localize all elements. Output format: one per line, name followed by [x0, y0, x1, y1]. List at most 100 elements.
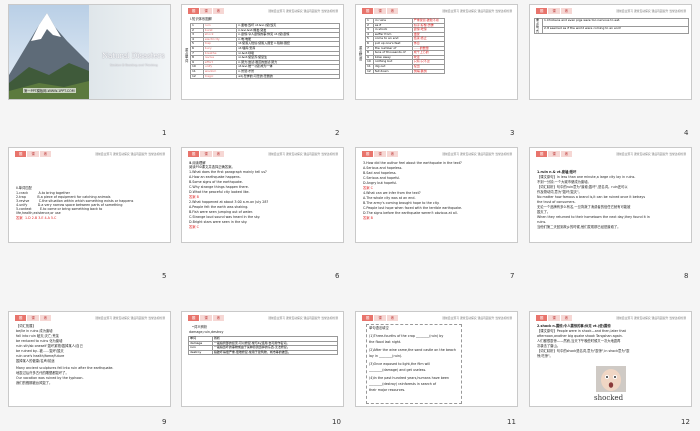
tab: 课	[200, 315, 212, 321]
tab: 题	[362, 8, 374, 14]
exercise-line: ________(destroy) rainforests in search …	[369, 382, 437, 386]
table-row: 12 tragic adj.悲惨的;可悲的;悲剧的	[190, 73, 340, 80]
option-line: B.Some signs of the earthquake.	[189, 180, 243, 184]
text-line: When they returned to their hometown the…	[537, 215, 650, 219]
slide-thumbnail-6[interactable]: 题 课 练 课前自主预习 课堂互动探究 课后巩固提升 当堂达标检测 Ⅲ.阅读理解…	[181, 147, 344, 243]
slide-number: 6	[335, 272, 340, 280]
text-line: the trust of consumers.	[537, 200, 576, 204]
answer-line: 答案 C	[363, 186, 373, 190]
option-line: D.What the peaceful city looked like.	[189, 190, 250, 194]
answer-text: 1.D 2.B 3.E 4.A 5.C	[25, 216, 57, 220]
tab: 课	[27, 151, 39, 157]
meaning: adj.悲惨的;可悲的;悲剧的	[236, 73, 340, 80]
text-line: 毁灭了。	[537, 210, 551, 214]
question-line: 1.What does the first paragraph mainly t…	[189, 170, 267, 174]
slide-thumbnail-4[interactable]: 题 课 练 课前自主预习 课堂互动探究 课后巩固提升 当堂达标检测 重点句式 1…	[529, 4, 692, 100]
text-line: 【课文原句】In less than one minute,a large ci…	[537, 175, 636, 179]
text-line: 人们都很震惊——然而,当天下午晚些时候又一次大地震再	[537, 339, 621, 343]
header-links: 课前自主预习 课堂互动探究 课后巩固提升 当堂达标检测	[268, 316, 338, 320]
text-line: be ruined by...被……毁坏/毁灭	[16, 349, 64, 353]
slide-number: 12	[681, 418, 690, 426]
text-line: 地震过后许多古代的雕塑都毁坏了。	[16, 371, 69, 375]
slide-thumbnail-2[interactable]: 题 课 练 课前自主预习 课堂互动探究 课后巩固提升 当堂达标检测 Ⅰ.知识体系…	[181, 4, 344, 100]
tab: 练	[212, 151, 225, 157]
tab: 题	[188, 315, 200, 321]
header-links: 课前自主预习 课堂互动探究 课后巩固提升 当堂达标检测	[616, 316, 686, 320]
table-row: 2.It seemed as if the world were coming …	[535, 25, 689, 35]
description: 指破坏得很严重,很难修复,常用于建筑物、城市等的被毁。	[211, 349, 339, 356]
tab: 课	[374, 315, 386, 321]
nav-tabs: 题 课 练	[362, 8, 399, 14]
tab: 练	[212, 8, 225, 14]
option-line: B.The army's coming brought hope to the …	[363, 201, 440, 205]
row-number: 12	[365, 68, 374, 75]
slide-thumbnail-8[interactable]: 题 课 练 课前自主预习 课堂互动探究 课后巩固提升 当堂达标检测 1.ruin…	[529, 147, 692, 243]
nav-tabs: 题 课 练	[15, 151, 52, 157]
row-number: 12	[190, 73, 204, 80]
match-item: life,health,existence,or use	[16, 211, 61, 215]
table-row: destroy 指破坏得很严重,很难修复,常用于建筑物、城市等的被毁。	[188, 349, 339, 356]
slide-thumbnail-11[interactable]: 题 课 练 课前自主预习 课堂互动探究 课后巩固提升 当堂达标检测 单句语法填空…	[355, 311, 518, 407]
question-line: 2.What happened at about 3:00 a.m.on Jul…	[189, 200, 269, 204]
option-line: B.Fish were seen jumping out of water.	[189, 210, 254, 214]
tab: 课	[374, 8, 386, 14]
exercise-line: ________(damage) and get useless.	[369, 368, 427, 372]
header-links: 课前自主预习 课堂互动探究 课后巩固提升 当堂达标检测	[95, 316, 165, 320]
nav-tabs: 题 课 练	[188, 151, 225, 157]
option-line: D.Bright stars were seen in the sky.	[189, 220, 248, 224]
slide-thumbnail-5[interactable]: 题 课 练 课前自主预习 课堂互动探究 课后巩固提升 当堂达标检测 Ⅱ.单词匹配…	[8, 147, 171, 243]
nav-tabs: 题 课 练	[536, 151, 573, 157]
side-label: 重点单词	[185, 48, 189, 63]
slide-number: 10	[332, 418, 341, 426]
question-line: 4.What can we infer from the text?	[363, 191, 421, 195]
nav-tabs: 题 课 练	[188, 8, 225, 14]
slide-thumbnail-3[interactable]: 题 课 练 课前自主预习 课堂互动探究 课后巩固提升 当堂达标检测 重点短语 1…	[355, 4, 518, 100]
shocked-baby-image	[596, 366, 626, 392]
tab: 练	[39, 151, 52, 157]
tab: 练	[386, 8, 399, 14]
option-line: D.Angry but hopeful.	[363, 181, 398, 185]
exercise-line: lay in ________(ruin).	[369, 354, 403, 358]
option-line: B.Sad and hopeless.	[363, 171, 397, 175]
tab: 练	[386, 151, 399, 157]
text-line: 不到一分钟,一个大城市便成为废墟。	[537, 180, 591, 184]
tab: 课	[200, 151, 212, 157]
slide-number: 1	[162, 129, 167, 137]
tab: 课	[374, 151, 386, 157]
slide-thumbnail-1[interactable]: Natural Disasters Section B Reading and …	[8, 4, 171, 100]
exercise-line: (3)Once exposed to light,the film will	[369, 362, 431, 366]
option-line: A.How an earthquake happens.	[189, 175, 241, 179]
nav-tabs: 题 课 练	[188, 315, 225, 321]
slide-number: 7	[510, 272, 515, 280]
text-line: ruins.	[537, 220, 547, 224]
slide-number: 11	[507, 418, 516, 426]
option-line: A.Serious and hopeless.	[363, 166, 403, 170]
mountain-image	[9, 5, 89, 99]
text-line: 作及物动词,意为"毁坏;毁灭"。	[537, 190, 582, 194]
sentence-table: 重点句式 1.Chickens and even pigs were too n…	[534, 17, 689, 35]
text-line: 当他们第二天回到故乡的时候,他们发现那已经是废墟了。	[537, 225, 621, 229]
option-line: C.Serious and hopeful.	[363, 176, 401, 180]
tab: 练	[212, 315, 225, 321]
slide-title: Natural Disasters	[102, 52, 165, 60]
nav-tabs: 题 课 练	[536, 8, 573, 14]
answer-line: 答案 B	[363, 216, 373, 220]
nav-tabs: 题 课 练	[15, 315, 52, 321]
slide-number: 9	[162, 418, 167, 426]
answer-label: 答案	[16, 216, 23, 220]
tab: 练	[386, 315, 399, 321]
slide-thumbnail-12[interactable]: 题 课 练 课前自主预习 课堂互动探究 课后巩固提升 当堂达标检测 2.shoc…	[529, 311, 692, 407]
text-line: 【词汇拓展】	[16, 324, 36, 328]
exercise-line: their major resources.	[369, 388, 406, 392]
slide-thumbnail-9[interactable]: 题 课 练 课前自主预习 课堂互动探究 课后巩固提升 当堂达标检测 【词汇拓展】…	[8, 311, 171, 407]
exercise-line: (2)After the wine came,the sand castle o…	[369, 348, 456, 352]
slide-number: 4	[684, 129, 689, 137]
tab: 练	[560, 315, 573, 321]
vocab-table: 1 ruin n.废墟;毁坏 vt.&vi.(使)毁灭 2 burst n.&vi.&v…	[190, 23, 340, 80]
slide-thumbnail-10[interactable]: 题 课 练 课前自主预习 课堂互动探究 课后巩固提升 当堂达标检测 •词义辨析 …	[181, 311, 344, 407]
slide-number: 3	[510, 129, 515, 137]
option-line: C.Why strange things happen there.	[189, 185, 249, 189]
slide-thumbnail-7[interactable]: 题 课 练 课前自主预习 课堂互动探究 课后巩固提升 当堂达标检测 3.How …	[355, 147, 518, 243]
tab: 题	[536, 8, 548, 14]
phrase: fall down	[372, 68, 413, 75]
